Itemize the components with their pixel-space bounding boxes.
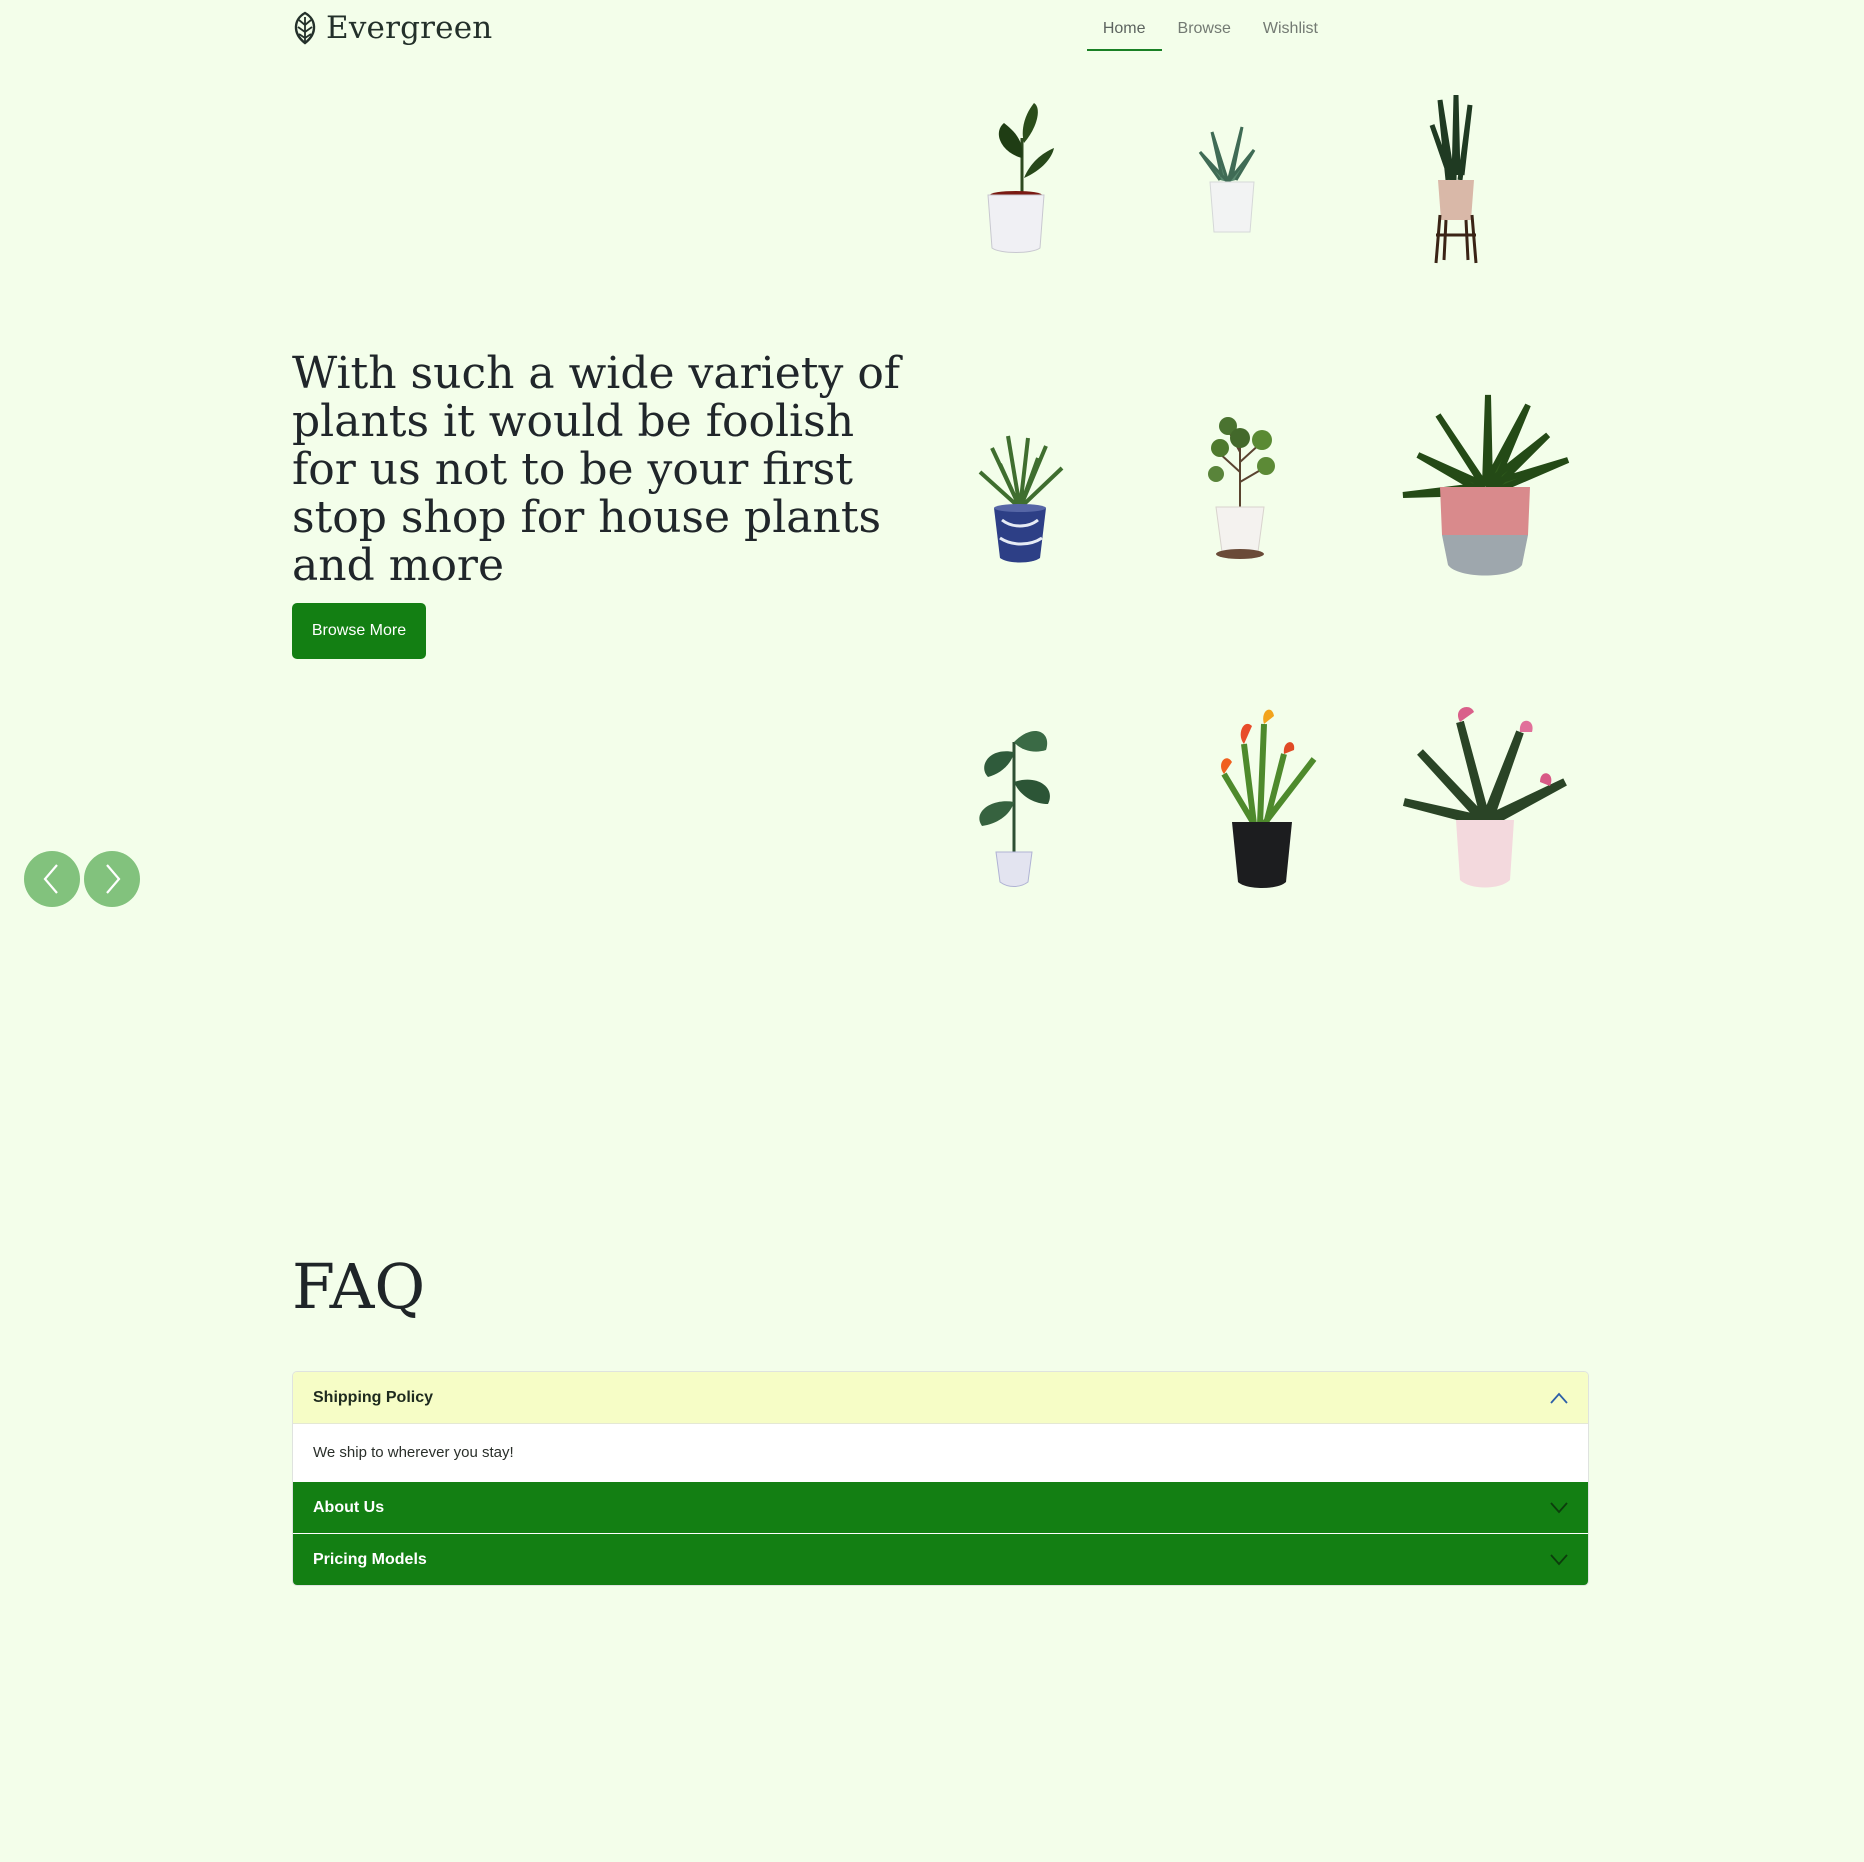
faq-question: Shipping Policy [313,1388,434,1406]
plant-image[interactable] [1200,412,1280,562]
chevron-up-icon [1550,1392,1568,1404]
plant-image[interactable] [1400,702,1570,890]
main-nav: Home Browse Wishlist [1086,0,1334,51]
browse-more-button[interactable]: Browse More [292,603,426,659]
faq-item-about-us[interactable]: About Us [293,1481,1588,1533]
leaf-icon [294,11,316,45]
faq-item-shipping-policy[interactable]: Shipping Policy [293,1372,1588,1424]
faq-question: Pricing Models [313,1550,427,1568]
faq-answer: We ship to wherever you stay! [293,1424,1588,1481]
hero-title: With such a wide variety of plants it wo… [292,348,901,591]
brand-logo[interactable]: Evergreen [290,10,492,46]
nav-home[interactable]: Home [1086,0,1162,51]
chevron-down-icon [1550,1553,1568,1565]
plant-image[interactable] [1398,394,1572,580]
plant-image[interactable] [1192,122,1264,242]
nav-wishlist[interactable]: Wishlist [1247,0,1334,51]
plant-image[interactable] [968,722,1058,887]
plant-image[interactable] [972,428,1068,568]
faq-accordion: Shipping Policy We ship to wherever you … [292,1371,1589,1586]
plant-image[interactable] [1204,704,1328,890]
plant-image[interactable] [1426,94,1486,265]
carousel-prev-button[interactable] [24,851,80,907]
faq-title: FAQ [292,1250,426,1323]
faq-item-pricing-models[interactable]: Pricing Models [293,1533,1588,1585]
plant-image[interactable] [982,98,1062,258]
chevron-left-icon [43,864,58,894]
nav-browse[interactable]: Browse [1162,0,1247,51]
carousel-next-button[interactable] [84,851,140,907]
chevron-down-icon [1550,1501,1568,1513]
brand-name: Evergreen [326,10,493,46]
chevron-right-icon [106,864,121,894]
faq-question: About Us [313,1498,385,1516]
